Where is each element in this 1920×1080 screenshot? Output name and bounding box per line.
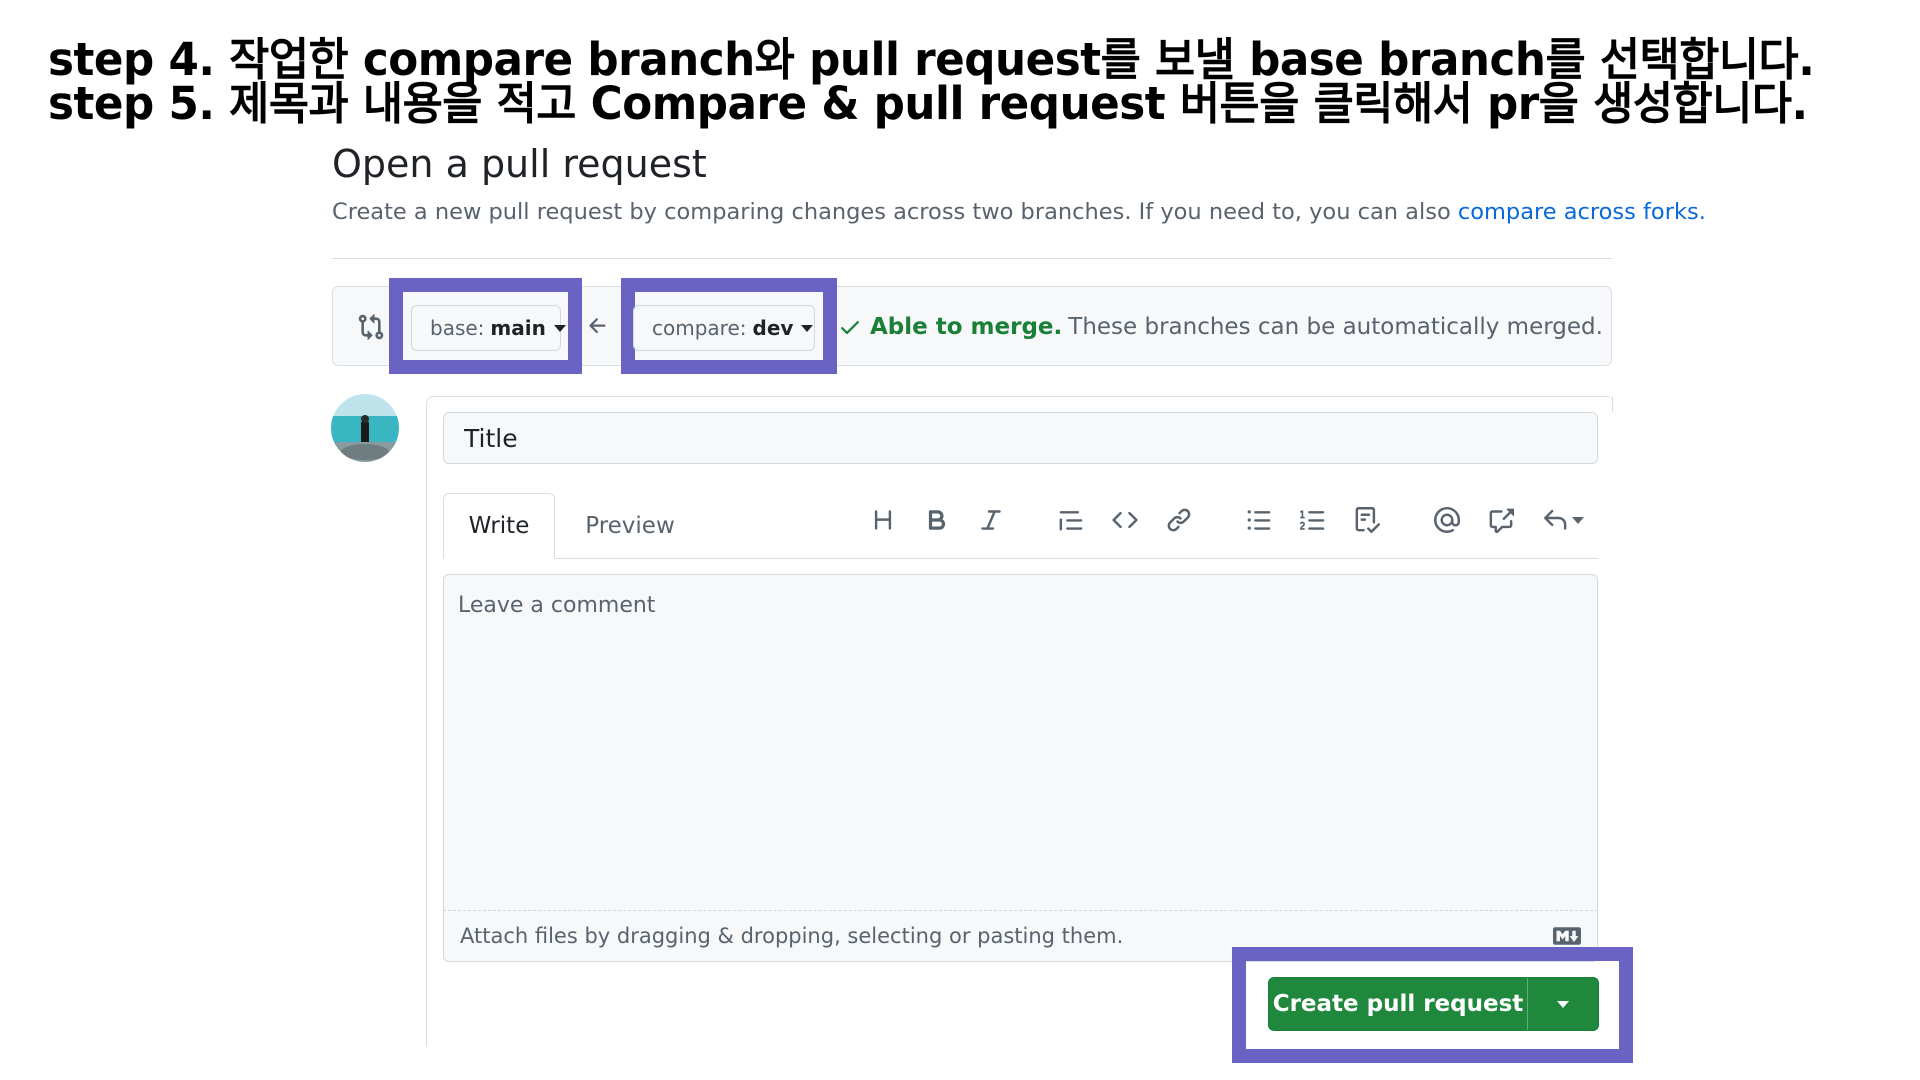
mention-icon[interactable] xyxy=(1432,505,1462,535)
tab-preview[interactable]: Preview xyxy=(570,493,690,559)
chevron-down-icon xyxy=(801,324,814,332)
arrow-left-icon xyxy=(586,314,610,338)
chevron-down-icon xyxy=(1557,1000,1569,1008)
chevron-down-icon xyxy=(553,324,566,332)
merge-status: Able to merge. These branches can be aut… xyxy=(838,314,1603,340)
page-subtitle: Create a new pull request by comparing c… xyxy=(332,199,1706,225)
avatar[interactable] xyxy=(331,394,399,462)
git-compare-icon xyxy=(357,313,385,341)
attach-text: Attach files by dragging & dropping, sel… xyxy=(460,924,1124,948)
subtitle-text: Create a new pull request by comparing c… xyxy=(332,199,1458,225)
bold-icon[interactable] xyxy=(922,505,952,535)
base-prefix: base: xyxy=(430,316,485,340)
merge-ok-label: Able to merge. xyxy=(870,314,1063,340)
markdown-icon[interactable] xyxy=(1553,927,1581,945)
link-icon[interactable] xyxy=(1164,505,1194,535)
title-input[interactable] xyxy=(443,412,1598,464)
chevron-down-icon xyxy=(1572,516,1584,524)
task-list-icon[interactable] xyxy=(1352,505,1382,535)
create-pull-request-button[interactable]: Create pull request xyxy=(1268,977,1599,1031)
instruction-text: step 4. 작업한 compare branch와 pull request… xyxy=(48,33,1869,130)
create-pr-label[interactable]: Create pull request xyxy=(1269,978,1527,1030)
form-border-edge xyxy=(1612,396,1613,412)
compare-branch-button[interactable]: compare: dev xyxy=(633,305,815,351)
step4-text: step 4. 작업한 compare branch와 pull request… xyxy=(48,33,1815,86)
ordered-list-icon[interactable] xyxy=(1298,505,1328,535)
compare-value: dev xyxy=(752,316,794,340)
page-title: Open a pull request xyxy=(332,142,707,186)
compare-forks-link[interactable]: compare across forks. xyxy=(1458,199,1706,225)
merge-description: These branches can be automatically merg… xyxy=(1068,314,1603,340)
comment-textarea[interactable] xyxy=(443,574,1598,910)
cross-reference-icon[interactable] xyxy=(1486,505,1516,535)
quote-icon[interactable] xyxy=(1056,505,1086,535)
check-icon xyxy=(841,321,859,335)
create-pr-dropdown[interactable] xyxy=(1527,978,1598,1030)
heading-icon[interactable] xyxy=(868,505,898,535)
unordered-list-icon[interactable] xyxy=(1244,505,1274,535)
italic-icon[interactable] xyxy=(976,505,1006,535)
base-branch-button[interactable]: base: main xyxy=(411,305,566,351)
undo-icon[interactable] xyxy=(1540,505,1586,535)
code-icon[interactable] xyxy=(1110,505,1140,535)
step5-text: step 5. 제목과 내용을 적고 Compare & pull reques… xyxy=(48,77,1808,130)
base-value: main xyxy=(490,316,546,340)
compare-prefix: compare: xyxy=(652,316,747,340)
divider xyxy=(332,258,1612,259)
tab-write[interactable]: Write xyxy=(443,493,555,559)
